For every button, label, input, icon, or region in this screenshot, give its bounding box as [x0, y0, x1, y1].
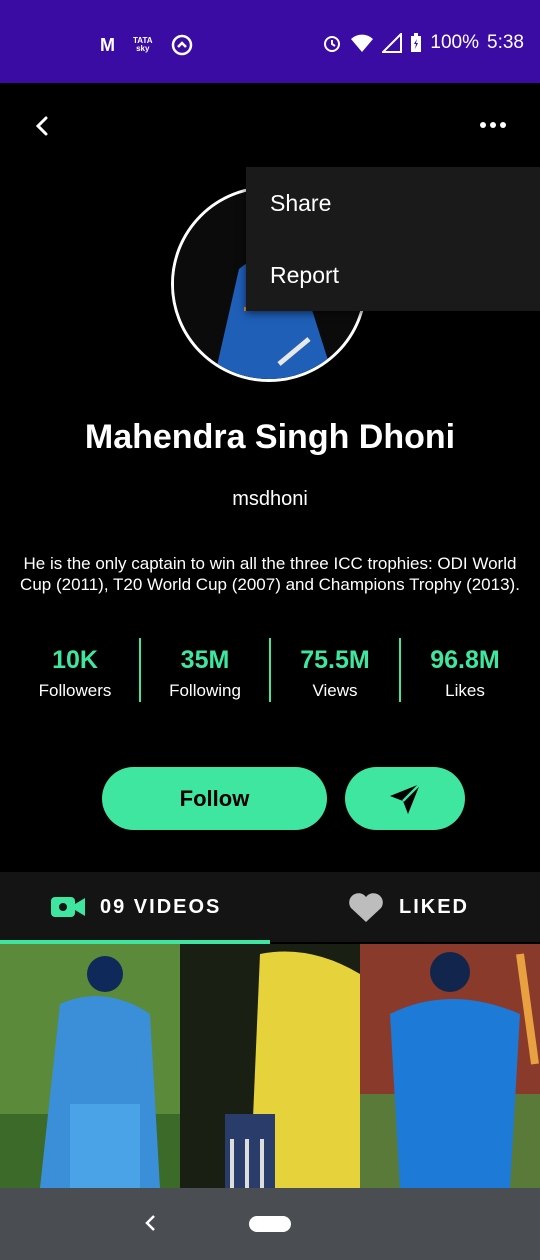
menu-item-report[interactable]: Report [246, 239, 540, 311]
more-options-button[interactable] [472, 112, 514, 138]
clock: 5:38 [487, 32, 524, 53]
stat-value: 10K [52, 646, 98, 674]
send-message-button[interactable] [345, 767, 465, 830]
video-grid [0, 944, 540, 1188]
battery-percent: 100% [430, 32, 480, 53]
stat-value: 35M [180, 646, 230, 674]
stat-label: Likes [445, 681, 485, 700]
video-camera-icon [51, 897, 85, 917]
video-thumbnail[interactable] [360, 944, 540, 1188]
tata-sky-icon: TATA sky [133, 36, 153, 53]
stat-followers[interactable]: 10K Followers [11, 638, 141, 702]
content-tab-bar: 09 VIDEOS LIKED [0, 872, 540, 942]
stat-label: Views [312, 681, 358, 700]
status-left-icons: M TATA sky [100, 34, 193, 56]
more-dot-icon [490, 122, 496, 128]
tab-liked-label: LIKED [399, 895, 469, 918]
back-button[interactable] [26, 110, 58, 142]
send-icon [390, 782, 421, 814]
profile-stats: 10K Followers 35M Following 75.5M Views … [11, 638, 529, 702]
status-bar: M TATA sky 100% 5:38 [0, 0, 540, 83]
system-back-button[interactable] [140, 1208, 160, 1238]
stat-label: Followers [38, 681, 112, 700]
wifi-icon [351, 34, 374, 52]
nav-back-icon [145, 1215, 155, 1231]
signal-icon [382, 33, 403, 53]
system-home-button[interactable] [249, 1216, 291, 1232]
profile-bio: He is the only captain to win all the th… [20, 554, 520, 594]
stat-likes: 96.8M Likes [401, 638, 529, 702]
heart-icon [349, 893, 383, 922]
profile-name: Mahendra Singh Dhoni [84, 418, 456, 456]
stat-views: 75.5M Views [271, 638, 401, 702]
follow-button[interactable]: Follow [102, 767, 327, 830]
app-notification-icon [171, 34, 192, 56]
stat-following[interactable]: 35M Following [141, 638, 271, 702]
alarm-icon [324, 36, 341, 52]
tab-videos[interactable]: 09 VIDEOS [50, 872, 221, 942]
video-thumbnail[interactable] [180, 944, 360, 1188]
more-dot-icon [500, 122, 506, 128]
battery-icon [411, 33, 422, 52]
status-right-icons: 100% 5:38 [322, 32, 524, 54]
profile-username: msdhoni [232, 488, 308, 510]
more-dot-icon [480, 122, 486, 128]
chevron-left-icon [35, 116, 48, 136]
gmail-icon: M [100, 35, 115, 55]
tab-liked[interactable]: LIKED [347, 872, 469, 942]
tab-videos-label: 09 VIDEOS [100, 895, 222, 918]
stat-value: 96.8M [430, 646, 500, 674]
stat-label: Following [169, 681, 241, 700]
video-thumbnail[interactable] [0, 944, 180, 1188]
stat-value: 75.5M [300, 646, 370, 674]
menu-item-share[interactable]: Share [246, 167, 540, 239]
overflow-menu: Share Report [246, 167, 540, 311]
